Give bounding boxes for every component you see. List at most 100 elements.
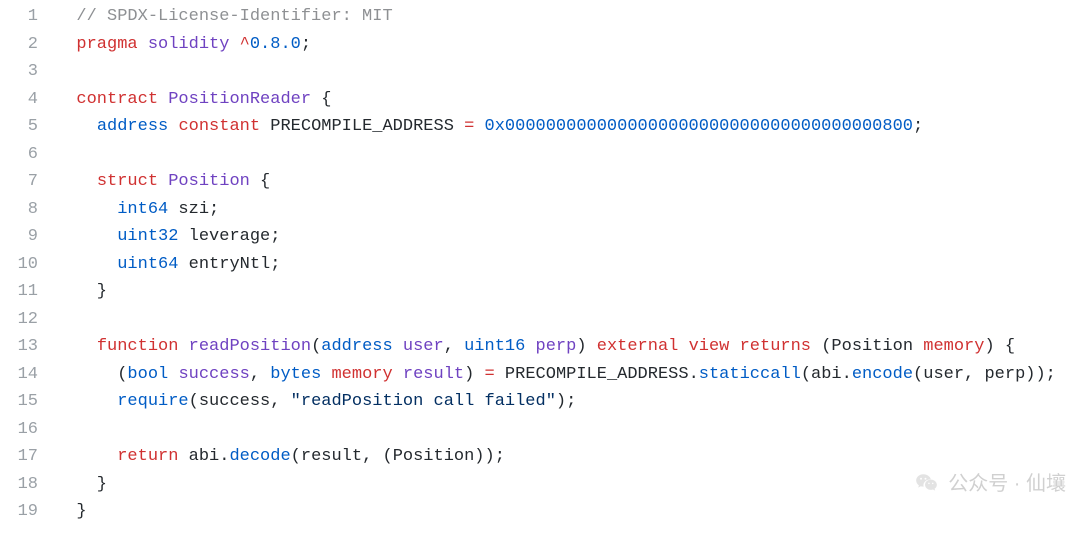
code-token: uint32 xyxy=(117,227,178,246)
code-area[interactable]: // SPDX-License-Identifier: MIT pragma s… xyxy=(56,0,1080,534)
code-line[interactable]: // SPDX-License-Identifier: MIT xyxy=(56,3,1080,31)
code-token: address xyxy=(97,117,168,136)
code-token: ) { xyxy=(984,337,1015,356)
code-line[interactable] xyxy=(56,306,1080,334)
code-token xyxy=(525,337,535,356)
code-token: PositionReader xyxy=(168,90,311,109)
code-token: { xyxy=(311,90,331,109)
code-token: 0.8.0 xyxy=(250,35,301,54)
code-token: memory xyxy=(331,365,392,384)
code-token: (user, perp)); xyxy=(913,365,1056,384)
code-token: readPosition xyxy=(189,337,311,356)
code-token: ( xyxy=(811,337,831,356)
code-line[interactable]: } xyxy=(56,498,1080,526)
code-token: view xyxy=(689,337,730,356)
line-number: 4 xyxy=(0,86,56,114)
code-token: pragma xyxy=(76,35,137,54)
code-line[interactable] xyxy=(56,58,1080,86)
code-line[interactable]: address constant PRECOMPILE_ADDRESS = 0x… xyxy=(56,113,1080,141)
code-token: ; xyxy=(913,117,923,136)
code-line[interactable]: return abi.decode(result, (Position)); xyxy=(56,443,1080,471)
code-token: , xyxy=(444,337,464,356)
code-token: int64 xyxy=(117,200,168,219)
code-token xyxy=(56,227,117,246)
code-token xyxy=(56,392,117,411)
code-token: return xyxy=(117,447,178,466)
code-token: external xyxy=(597,337,679,356)
code-token: perp xyxy=(536,337,577,356)
code-token xyxy=(158,90,168,109)
code-token xyxy=(454,117,464,136)
code-line[interactable] xyxy=(56,141,1080,169)
code-line[interactable]: require(success, "readPosition call fail… xyxy=(56,388,1080,416)
code-line[interactable]: int64 szi; xyxy=(56,196,1080,224)
code-token: } xyxy=(56,475,107,494)
code-token xyxy=(168,117,178,136)
code-line[interactable]: struct Position { xyxy=(56,168,1080,196)
code-token xyxy=(56,447,117,466)
code-token: entryNtl; xyxy=(178,255,280,274)
code-line[interactable]: pragma solidity ^0.8.0; xyxy=(56,31,1080,59)
code-line[interactable]: contract PositionReader { xyxy=(56,86,1080,114)
code-line[interactable]: uint64 entryNtl; xyxy=(56,251,1080,279)
code-token: solidity xyxy=(148,35,230,54)
code-line[interactable]: } xyxy=(56,278,1080,306)
line-number: 17 xyxy=(0,443,56,471)
code-line[interactable]: } xyxy=(56,471,1080,499)
code-token xyxy=(56,172,97,191)
code-token: bool xyxy=(127,365,168,384)
code-token: abi. xyxy=(178,447,229,466)
code-token xyxy=(168,365,178,384)
code-token: returns xyxy=(740,337,811,356)
line-number: 13 xyxy=(0,333,56,361)
code-token: struct xyxy=(97,172,158,191)
code-token: require xyxy=(117,392,188,411)
code-token: ( xyxy=(56,365,127,384)
code-token: (abi. xyxy=(801,365,852,384)
code-token: = xyxy=(464,117,474,136)
line-number: 7 xyxy=(0,168,56,196)
code-token: 0x00000000000000000000000000000000000008… xyxy=(485,117,913,136)
code-line[interactable]: (bool success, bytes memory result) = PR… xyxy=(56,361,1080,389)
code-line[interactable]: function readPosition(address user, uint… xyxy=(56,333,1080,361)
code-token: = xyxy=(485,365,495,384)
code-token xyxy=(56,200,117,219)
code-token xyxy=(178,337,188,356)
code-token: } xyxy=(56,282,107,301)
code-token: { xyxy=(250,172,270,191)
code-token: szi; xyxy=(168,200,219,219)
code-token: PRECOMPILE_ADDRESS xyxy=(270,117,454,136)
code-token: result xyxy=(403,365,464,384)
line-number: 1 xyxy=(0,3,56,31)
code-token: leverage; xyxy=(178,227,280,246)
code-token: uint64 xyxy=(117,255,178,274)
line-number: 8 xyxy=(0,196,56,224)
line-number: 19 xyxy=(0,498,56,526)
line-number: 18 xyxy=(0,471,56,499)
code-token: (result, (Position)); xyxy=(291,447,505,466)
code-line[interactable]: uint32 leverage; xyxy=(56,223,1080,251)
code-token: staticcall xyxy=(699,365,801,384)
line-number: 14 xyxy=(0,361,56,389)
line-number: 6 xyxy=(0,141,56,169)
code-token: Position xyxy=(168,172,250,191)
code-token: uint16 xyxy=(464,337,525,356)
line-number: 16 xyxy=(0,416,56,444)
code-token: Position xyxy=(831,337,913,356)
code-token: // SPDX-License-Identifier: MIT xyxy=(76,7,392,26)
code-token: ); xyxy=(556,392,576,411)
code-token xyxy=(56,117,97,136)
code-token xyxy=(260,117,270,136)
code-token xyxy=(393,365,403,384)
code-token xyxy=(321,365,331,384)
code-token: ) xyxy=(464,365,484,384)
code-token: memory xyxy=(923,337,984,356)
code-token: address xyxy=(321,337,392,356)
code-token: (success, xyxy=(189,392,291,411)
code-token: } xyxy=(56,502,87,521)
line-number: 15 xyxy=(0,388,56,416)
code-token: "readPosition call failed" xyxy=(291,392,556,411)
code-token: , xyxy=(250,365,270,384)
code-line[interactable] xyxy=(56,416,1080,444)
code-token: constant xyxy=(178,117,260,136)
